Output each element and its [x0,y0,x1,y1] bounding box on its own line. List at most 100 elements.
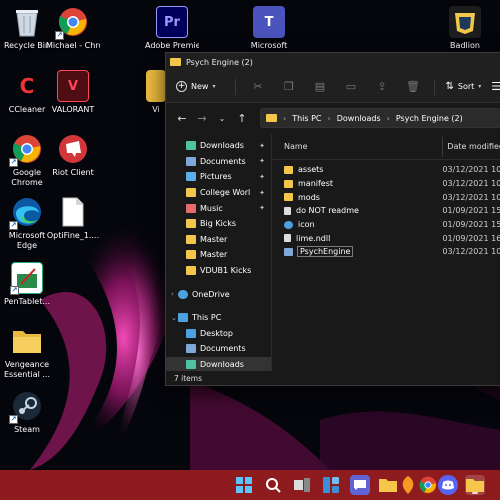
recycle-bin-icon [11,6,43,38]
file-explorer-icon[interactable] [378,475,398,495]
file-row-psychengine[interactable]: PsychEngine 03/12/2021 10: [272,245,500,259]
nav-item-master[interactable]: Master [166,232,271,248]
music-icon [186,203,196,213]
file-row-lime-ndll[interactable]: lime.ndll 01/09/2021 16: [272,231,500,245]
nav-item-college-work[interactable]: College Worl ✦ [166,185,271,201]
cut-icon[interactable]: ✂ [242,77,273,97]
new-button[interactable]: + New ▾ [176,81,215,92]
desktop-icon-badlion[interactable]: Badlion [438,6,492,51]
nav-item-master[interactable]: Master [166,247,271,263]
desktop-icon-label: Steam [14,425,40,434]
teams-chat-icon[interactable] [350,475,370,495]
desktop-icon-optifine[interactable]: OptiFine_1.... [46,196,100,241]
desktop-icon-riot-client[interactable]: Riot Client [46,133,100,178]
chevron-down-icon[interactable]: ⌄ [171,314,177,322]
file-row-mods[interactable]: mods 03/12/2021 10: [272,190,500,204]
navigation-pane[interactable]: Downloads ✦ Documents ✦ Pictures ✦ Colle… [166,134,272,371]
file-name: manifest [298,179,334,189]
pin-icon[interactable]: ✦ [259,173,265,181]
pin-icon[interactable]: ✦ [259,142,265,150]
address-bar[interactable]: › This PC › Downloads › Psych Engine (2) [260,108,500,128]
nav-item-onedrive[interactable]: › OneDrive [166,286,271,302]
desktop-icon-michael-chrome[interactable]: ↗ Michael - Chrome [46,6,100,51]
nav-item-label: Music [200,203,223,213]
file-row-manifest[interactable]: manifest 03/12/2021 10: [272,177,500,191]
nav-item-pictures[interactable]: Pictures ✦ [166,169,271,185]
start-icon[interactable] [234,475,254,495]
file-explorer-active-icon[interactable] [465,475,485,495]
breadcrumb-separator-icon: › [327,113,331,123]
chrome-icon[interactable] [418,475,438,495]
nav-item-downloads[interactable]: Downloads ✦ [166,138,271,154]
window-titlebar[interactable]: Psych Engine (2) [166,53,500,71]
desktop-icon-label: Riot Client [52,168,94,177]
share-icon[interactable]: ⇪ [366,77,397,97]
desktop-icon-steam[interactable]: ↗ Steam [0,390,54,435]
fl-studio-icon[interactable] [398,475,418,495]
nav-item-this-pc[interactable]: ⌄ This PC [166,310,271,326]
nav-item-music[interactable]: Music ✦ [166,200,271,216]
breadcrumb-separator-icon: › [386,113,390,123]
column-header-name[interactable]: Name [272,142,442,151]
desktop-icon-label: Vi [152,105,160,114]
forward-arrow-icon[interactable]: → [192,112,212,125]
folder-icon [11,325,43,357]
breadcrumb-this-pc[interactable]: This PC [292,114,321,123]
pin-icon[interactable]: ✦ [259,157,265,165]
column-header-date[interactable]: Date modified [447,142,500,151]
file-name: PsychEngine [296,246,354,258]
pin-icon[interactable]: ✦ [259,189,265,197]
command-bar: + New ▾ ✂ ❐ ▤ ▭ ⇪ 🗑 ⇅ Sort ▾ ☰ [166,71,500,103]
desktop-icon-premiere[interactable]: Pr Adobe Premiere P... [145,6,199,51]
nav-item-label: Desktop [200,328,233,338]
file-row-do-not-readme[interactable]: do NOT readme 01/09/2021 15: [272,204,500,218]
desktop-icon-pentablet[interactable]: ↗ PenTablet... [0,262,54,307]
sort-icon: ⇅ [445,81,454,92]
column-divider[interactable] [442,136,444,157]
nav-item-vdub1-kicks[interactable]: VDUB1 Kicks [166,263,271,279]
discord-icon[interactable] [438,475,458,495]
file-row-assets[interactable]: assets 03/12/2021 10: [272,163,500,177]
nav-item-desktop[interactable]: Desktop [166,326,271,342]
item-count: 7 items [174,373,203,383]
copy-icon[interactable]: ❐ [273,77,304,97]
nav-item-documents-pc[interactable]: Documents [166,341,271,357]
nav-item-label: OneDrive [192,289,230,299]
task-view-icon[interactable] [292,475,312,495]
pin-icon[interactable]: ✦ [259,204,265,212]
up-arrow-icon[interactable]: ↑ [232,112,252,125]
view-menu-icon[interactable]: ☰ [491,80,500,93]
shortcut-arrow-icon: ↗ [9,415,18,424]
recent-locations-chevron-icon[interactable]: ⌄ [212,114,232,123]
file-row-icon[interactable]: icon 01/09/2021 15: [272,218,500,232]
file-explorer-window[interactable]: Psych Engine (2) + New ▾ ✂ ❐ ▤ ▭ ⇪ 🗑 ⇅ S… [165,52,500,386]
desktop-icon-microsoft-teams[interactable]: T Microsoft [242,6,296,51]
back-arrow-icon[interactable]: ← [172,112,192,125]
riot-client-icon [57,133,89,165]
delete-icon[interactable]: 🗑 [397,77,428,97]
rename-icon[interactable]: ▭ [335,77,366,97]
folder-icon [186,266,196,276]
paste-icon[interactable]: ▤ [304,77,335,97]
search-icon[interactable] [263,475,283,495]
sort-button[interactable]: ⇅ Sort ▾ [445,81,481,92]
folder-icon [284,193,293,202]
file-list-pane[interactable]: ^ Name Date modified assets 03/12/2021 1… [272,134,500,371]
nav-item-big-kicks[interactable]: Big Kicks [166,216,271,232]
desktop-icon-vi-folder[interactable]: Vi [145,70,167,115]
desktop-icon-vengeance[interactable]: Vengeance Essential ... [0,325,54,380]
widgets-icon[interactable] [321,475,341,495]
chevron-right-icon[interactable]: › [171,290,174,298]
file-date: 03/12/2021 10: [442,192,500,202]
sort-caret-icon: ^ [354,134,360,138]
plus-icon: + [176,81,187,92]
column-header-row: ^ Name Date modified [272,134,500,160]
nav-item-downloads-pc[interactable]: Downloads [166,356,271,371]
desktop-icon-valorant[interactable]: V VALORANT [46,70,100,115]
chrome-icon: ↗ [55,6,89,40]
breadcrumb-downloads[interactable]: Downloads [337,114,381,123]
folder-icon [266,114,277,122]
breadcrumb-psych-engine[interactable]: Psych Engine (2) [396,114,463,123]
nav-item-documents[interactable]: Documents ✦ [166,154,271,170]
